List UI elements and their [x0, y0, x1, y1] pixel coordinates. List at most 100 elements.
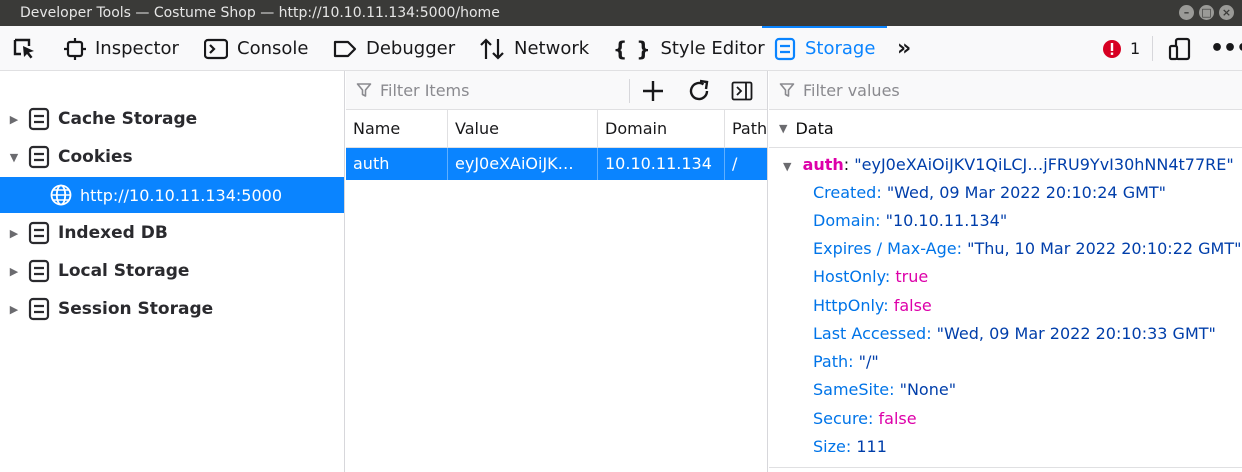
maximize-button[interactable]: □: [1199, 5, 1214, 20]
element-picker-icon: [13, 38, 34, 58]
plus-icon: [643, 81, 663, 101]
storage-icon: [28, 297, 50, 321]
filter-items-input[interactable]: Filter Items: [356, 81, 469, 100]
twisty-collapsed-icon[interactable]: ▶: [0, 227, 28, 240]
tree-item-cookies[interactable]: ▼ Cookies: [0, 139, 345, 175]
prop-value: false: [878, 409, 917, 428]
prop-key: Last Accessed: [813, 324, 927, 343]
tab-console-label: Console: [237, 38, 309, 59]
close-button[interactable]: ×: [1219, 5, 1234, 20]
error-count-button[interactable]: 1: [1102, 26, 1140, 71]
column-header-name[interactable]: Name: [346, 110, 448, 148]
inspector-icon: [64, 37, 86, 60]
prop-value: false: [893, 296, 932, 315]
twisty-collapsed-icon[interactable]: ▶: [0, 303, 28, 316]
network-icon: [480, 37, 504, 60]
cookie-root-value: "eyJ0eXAiOiJKV1QiLCJ…jFRU9YvI30hNN4t77RE…: [854, 155, 1234, 174]
window-title: Developer Tools — Costume Shop — http://…: [20, 5, 500, 21]
cookie-key: auth: [802, 155, 844, 174]
prop-key: HttpOnly: [813, 296, 884, 315]
element-picker-button[interactable]: [12, 26, 38, 71]
cookie-host-label: http://10.10.11.134:5000: [80, 185, 282, 205]
tree-item-cache-storage[interactable]: ▶ Cache Storage: [0, 101, 345, 137]
storage-icon: [774, 37, 796, 60]
tab-debugger[interactable]: Debugger: [333, 26, 455, 71]
twisty-expanded-icon[interactable]: ▼: [0, 151, 28, 164]
filter-icon: [779, 83, 795, 97]
minimize-button[interactable]: –: [1179, 5, 1194, 20]
more-tools-button[interactable]: »: [897, 26, 911, 71]
filter-values-placeholder: Filter values: [803, 80, 900, 100]
tree-item-session-storage[interactable]: ▶ Session Storage: [0, 291, 345, 327]
tree-item-indexed-db[interactable]: ▶ Indexed DB: [0, 215, 345, 251]
filter-items-placeholder: Filter Items: [380, 80, 470, 100]
panel-bottom-divider: [769, 467, 1242, 468]
prop-key: Domain: [813, 211, 876, 230]
tree-item-label: Indexed DB: [58, 223, 168, 243]
prop-expires[interactable]: Expires / Max-Age: "Thu, 10 Mar 2022 20:…: [813, 235, 1241, 263]
column-header-path[interactable]: Path: [725, 110, 768, 148]
prop-secure[interactable]: Secure: false: [813, 405, 917, 433]
toggle-sidebar-button[interactable]: [731, 80, 753, 106]
globe-icon: [50, 184, 72, 206]
cell-path: /: [732, 154, 738, 173]
twisty-collapsed-icon[interactable]: ▶: [0, 265, 28, 278]
prop-key: Secure: [813, 409, 869, 428]
cell-name: auth: [346, 148, 448, 180]
prop-key: Path: [813, 352, 849, 371]
prop-size[interactable]: Size: 111: [813, 433, 887, 461]
storage-icon: [28, 145, 50, 169]
tab-inspector[interactable]: Inspector: [64, 26, 179, 71]
error-icon: [1103, 39, 1121, 58]
prop-hostonly[interactable]: HostOnly: true: [813, 263, 928, 291]
tab-style-editor[interactable]: { } Style Editor: [613, 26, 765, 71]
refresh-button[interactable]: [687, 79, 711, 107]
cookie-root-entry[interactable]: ▼ auth: "eyJ0eXAiOiJKV1QiLCJ…jFRU9YvI30h…: [783, 151, 1234, 179]
values-filter-bar: Filter values: [769, 71, 1242, 110]
filter-values-input[interactable]: Filter values: [779, 81, 900, 100]
prop-value: "Wed, 09 Mar 2022 20:10:24 GMT": [886, 183, 1167, 202]
prop-key: Size: [813, 437, 846, 456]
style-editor-icon: { }: [613, 36, 652, 61]
prop-value: "Thu, 10 Mar 2022 20:10:22 GMT": [967, 239, 1242, 258]
tab-storage[interactable]: Storage: [762, 26, 888, 71]
prop-key: SameSite: [813, 380, 890, 399]
prop-httponly[interactable]: HttpOnly: false: [813, 292, 932, 320]
tab-debugger-label: Debugger: [366, 38, 456, 59]
toolbar-divider: [1152, 36, 1153, 61]
table-header: Name Value Domain Path: [346, 110, 767, 148]
prop-key: HostOnly: [813, 267, 885, 286]
storage-icon: [28, 107, 50, 131]
twisty-expanded-icon: ▼: [779, 122, 788, 135]
tab-network-label: Network: [514, 38, 590, 59]
data-section-header[interactable]: ▼ Data: [769, 110, 1242, 148]
tab-console[interactable]: Console: [204, 26, 308, 71]
table-row[interactable]: auth eyJ0eXAiOiJK… 10.10.11.134 /: [346, 148, 767, 180]
prop-key: Expires / Max-Age: [813, 239, 957, 258]
prop-created[interactable]: Created: "Wed, 09 Mar 2022 20:10:24 GMT": [813, 179, 1166, 207]
prop-value: true: [895, 267, 929, 286]
cookie-details-panel: Filter values ▼ Data ▼ auth: "eyJ0eXAiOi…: [769, 71, 1242, 472]
storage-tree: ▶ Cache Storage ▼ Cookies http://10.10.1…: [0, 71, 345, 472]
prop-value: "Wed, 09 Mar 2022 20:10:33 GMT": [936, 324, 1216, 343]
tree-item-local-storage[interactable]: ▶ Local Storage: [0, 253, 345, 289]
responsive-design-button[interactable]: [1168, 26, 1192, 71]
tree-item-label: Cookies: [58, 147, 133, 167]
prop-path[interactable]: Path: "/": [813, 348, 879, 376]
tab-network[interactable]: Network: [479, 26, 589, 71]
tab-storage-label: Storage: [805, 38, 876, 59]
column-header-domain[interactable]: Domain: [598, 110, 725, 148]
add-item-button[interactable]: [641, 79, 665, 107]
options-menu-button[interactable]: •••: [1210, 26, 1242, 71]
double-chevron-right-icon: »: [897, 36, 912, 61]
prop-samesite[interactable]: SameSite: "None": [813, 376, 956, 404]
prop-value: 111: [856, 437, 887, 456]
tab-style-editor-label: Style Editor: [660, 38, 765, 59]
twisty-collapsed-icon[interactable]: ▶: [0, 113, 28, 126]
prop-domain[interactable]: Domain: "10.10.11.134": [813, 207, 1007, 235]
debugger-icon: [333, 40, 357, 57]
prop-last-accessed[interactable]: Last Accessed: "Wed, 09 Mar 2022 20:10:3…: [813, 320, 1216, 348]
column-header-value[interactable]: Value: [448, 110, 598, 148]
error-count: 1: [1130, 39, 1141, 58]
tree-item-cookie-host[interactable]: http://10.10.11.134:5000: [0, 177, 344, 213]
